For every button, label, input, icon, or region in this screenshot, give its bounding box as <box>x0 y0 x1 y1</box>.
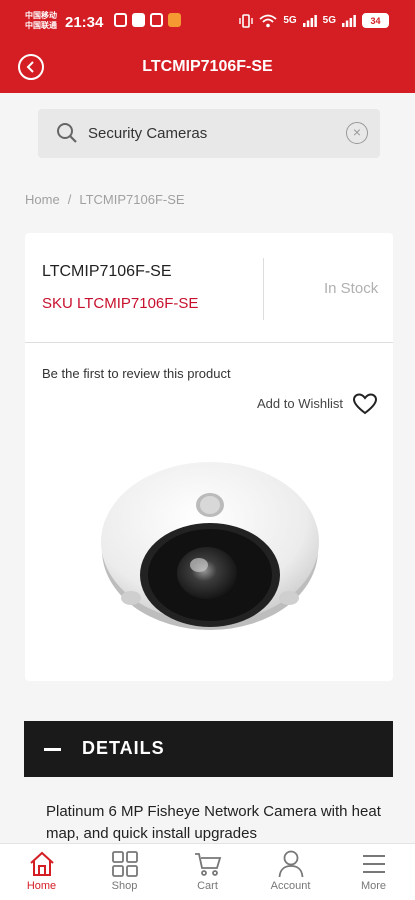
search-icon <box>57 123 77 143</box>
status-time: 21:34 <box>65 14 104 31</box>
notification-icons <box>114 13 181 27</box>
search-bar[interactable]: × <box>38 109 380 158</box>
clear-icon[interactable]: × <box>346 122 368 144</box>
wifi-icon <box>259 14 277 27</box>
search-input[interactable] <box>88 121 328 145</box>
review-link[interactable]: Be the first to review this product <box>42 366 231 381</box>
status-bar: 中国移动 中国联通 21:34 5G 5G 34 <box>0 0 415 44</box>
carrier-2: 中国联通 <box>25 21 57 30</box>
nav-label: Shop <box>111 880 138 892</box>
signal-icon <box>342 14 356 27</box>
home-icon <box>28 850 56 878</box>
product-description: Platinum 6 MP Fisheye Network Camera wit… <box>46 803 381 842</box>
divider <box>263 258 264 320</box>
nav-more[interactable]: More <box>332 844 415 900</box>
system-icons: 5G 5G 34 <box>239 13 389 28</box>
breadcrumb-separator: / <box>67 192 72 207</box>
product-card: LTCMIP7106F-SE SKU LTCMIP7106F-SE In Sto… <box>25 233 393 681</box>
bottom-navigation: Home Shop Cart Account More <box>0 843 415 900</box>
breadcrumb-home[interactable]: Home <box>25 192 60 207</box>
page-title: LTCMIP7106F-SE <box>142 58 273 75</box>
nav-account[interactable]: Account <box>249 844 332 900</box>
breadcrumb-current: LTCMIP7106F-SE <box>79 192 185 207</box>
collapse-icon <box>44 748 61 751</box>
signal-2-label: 5G <box>322 15 336 26</box>
signal-1-label: 5G <box>283 15 297 26</box>
add-to-wishlist-link[interactable]: Add to Wishlist <box>257 396 343 411</box>
details-accordion-header[interactable]: DETAILS <box>24 721 393 777</box>
divider <box>25 342 393 343</box>
user-icon <box>277 850 305 878</box>
signal-icon <box>302 14 317 27</box>
app-notification-icon <box>150 13 163 27</box>
app-notification-icon <box>168 13 181 27</box>
vibrate-icon <box>239 13 254 28</box>
stock-status: In Stock <box>324 280 379 297</box>
nav-label: Cart <box>197 880 218 892</box>
nav-shop[interactable]: Shop <box>83 844 166 900</box>
nav-label: More <box>360 880 387 892</box>
app-notification-icon <box>132 13 145 27</box>
details-label: DETAILS <box>82 738 165 758</box>
app-notification-icon <box>114 13 127 27</box>
app-header: 中国移动 中国联通 21:34 5G 5G 34 LTCMIP7106F-SE <box>0 0 415 93</box>
nav-home[interactable]: Home <box>0 844 83 900</box>
cart-icon <box>194 850 222 878</box>
carrier-labels: 中国移动 中国联通 <box>25 11 57 31</box>
menu-icon <box>360 850 388 878</box>
product-name: LTCMIP7106F-SE <box>42 263 172 280</box>
nav-label: Account <box>270 880 311 892</box>
carrier-1: 中国移动 <box>25 11 57 20</box>
nav-label: Home <box>26 880 57 892</box>
product-sku: SKU LTCMIP7106F-SE <box>42 295 199 312</box>
nav-cart[interactable]: Cart <box>166 844 249 900</box>
breadcrumb: Home / LTCMIP7106F-SE <box>25 192 185 207</box>
heart-icon[interactable] <box>353 393 377 415</box>
battery-indicator: 34 <box>362 13 389 28</box>
grid-icon <box>111 850 139 878</box>
product-image <box>101 462 319 630</box>
